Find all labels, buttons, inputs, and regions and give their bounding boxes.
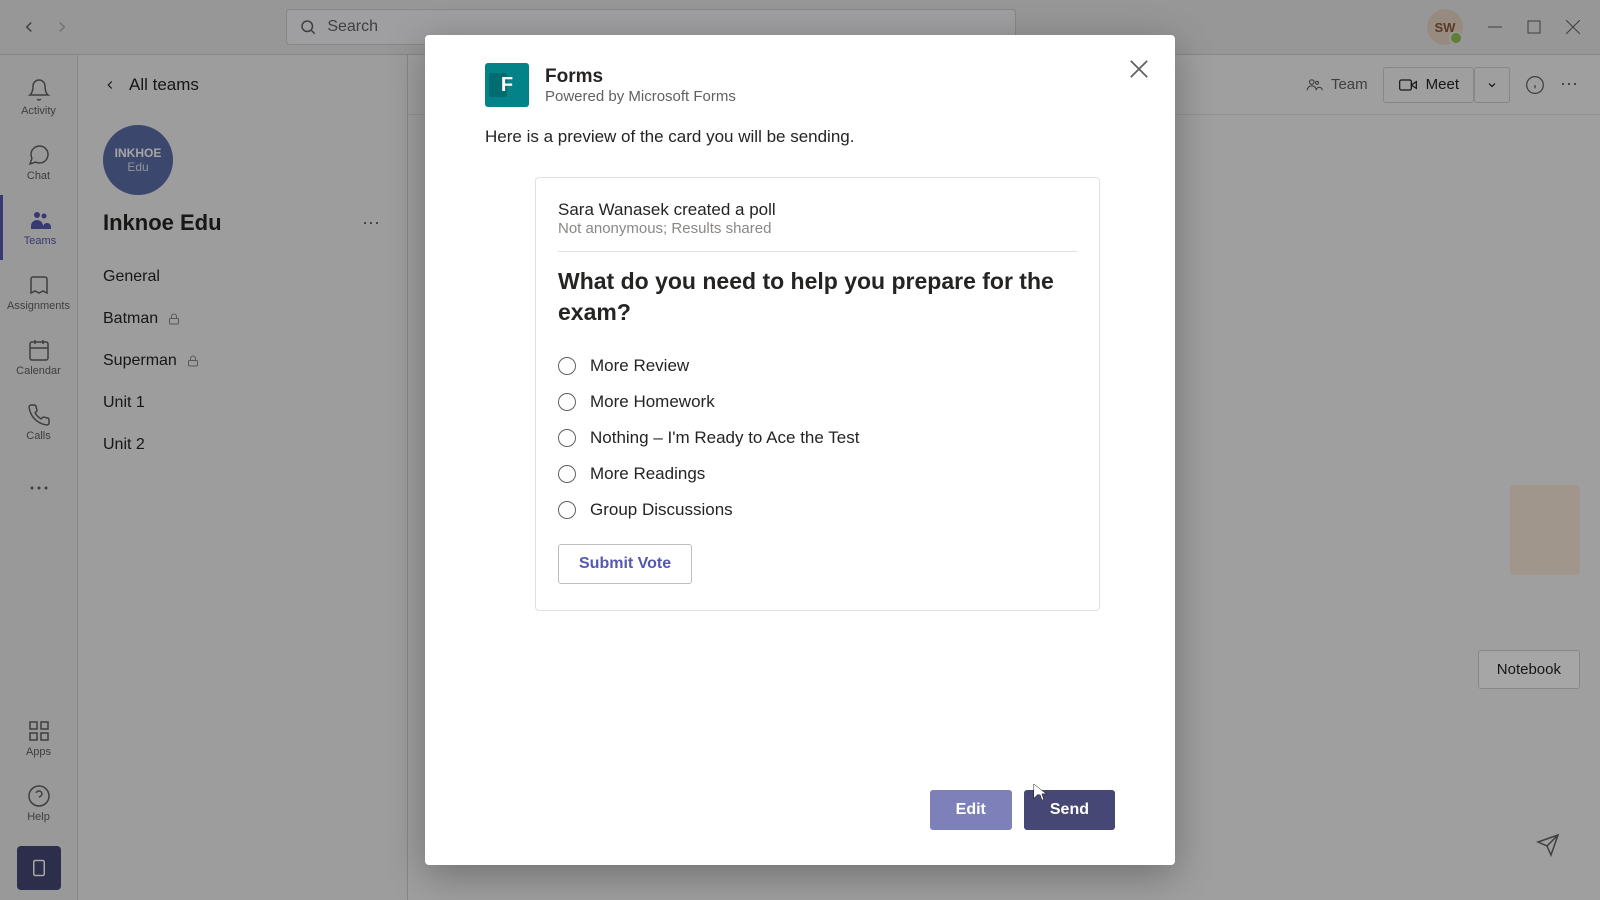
poll-question: What do you need to help you prepare for…: [558, 266, 1077, 328]
poll-option[interactable]: Group Discussions: [558, 492, 1077, 528]
submit-vote-button[interactable]: Submit Vote: [558, 544, 692, 584]
modal-title: Forms: [545, 66, 736, 88]
edit-button[interactable]: Edit: [930, 790, 1012, 830]
poll-option[interactable]: More Homework: [558, 384, 1077, 420]
poll-option[interactable]: Nothing – I'm Ready to Ace the Test: [558, 420, 1077, 456]
close-icon[interactable]: [1125, 55, 1153, 83]
radio-icon: [558, 357, 576, 375]
poll-option[interactable]: More Review: [558, 348, 1077, 384]
poll-option[interactable]: More Readings: [558, 456, 1077, 492]
radio-icon: [558, 393, 576, 411]
radio-icon: [558, 429, 576, 447]
send-button[interactable]: Send: [1024, 790, 1115, 830]
modal-subtitle: Powered by Microsoft Forms: [545, 88, 736, 105]
modal-description: Here is a preview of the card you will b…: [485, 127, 1115, 147]
radio-icon: [558, 501, 576, 519]
radio-icon: [558, 465, 576, 483]
cursor-icon: [1032, 782, 1050, 804]
forms-modal: F Forms Powered by Microsoft Forms Here …: [425, 35, 1175, 865]
poll-options: More Review More Homework Nothing – I'm …: [558, 348, 1077, 528]
poll-preview-card: Sara Wanasek created a poll Not anonymou…: [535, 177, 1100, 611]
poll-author: Sara Wanasek created a poll: [558, 200, 1077, 220]
forms-app-icon: F: [485, 63, 529, 107]
poll-meta: Not anonymous; Results shared: [558, 220, 1077, 252]
